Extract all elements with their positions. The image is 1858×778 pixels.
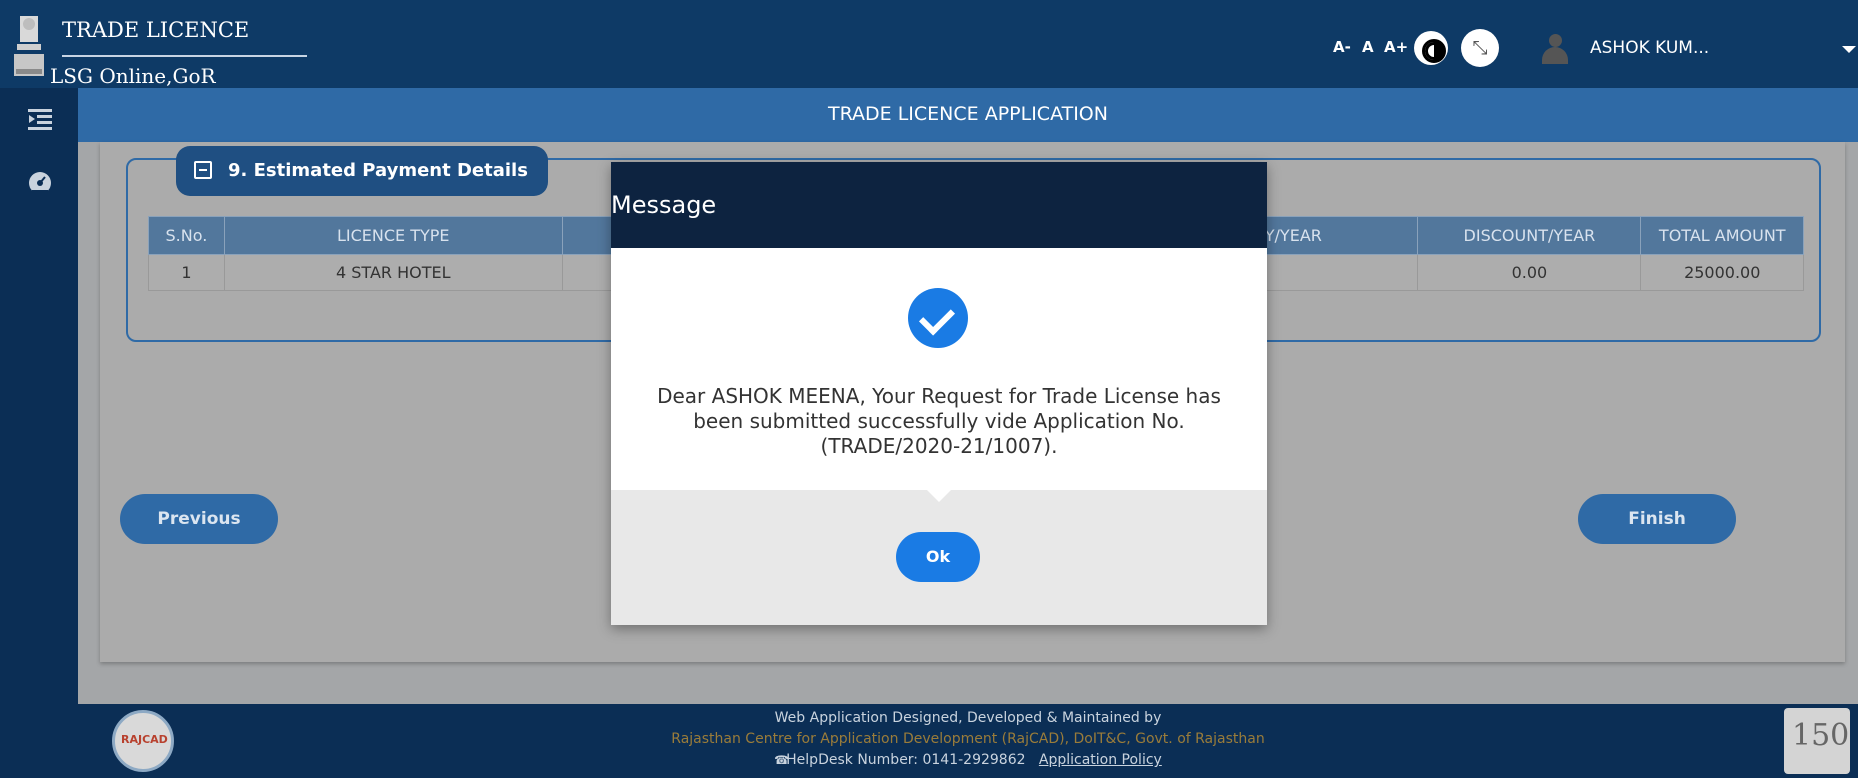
page-title: TRADE LICENCE APPLICATION	[828, 103, 1108, 125]
dialog-title: Message	[611, 191, 717, 219]
check-circle-icon	[908, 288, 968, 348]
message-dialog: Message Dear ASHOK MEENA, Your Request f…	[611, 162, 1267, 625]
dialog-body: Dear ASHOK MEENA, Your Request for Trade…	[611, 248, 1267, 490]
application-policy-link[interactable]: Application Policy	[1039, 752, 1162, 768]
contrast-icon[interactable]	[1414, 31, 1448, 65]
footer-text: Web Application Designed, Developed & Ma…	[78, 708, 1858, 771]
font-normal-button[interactable]: A	[1362, 38, 1374, 56]
font-increase-button[interactable]: A+	[1384, 38, 1408, 56]
state-emblem-icon	[14, 16, 44, 76]
phone-icon: ☎	[774, 753, 790, 767]
menu-list-icon[interactable]	[28, 108, 52, 132]
dialog-header: Message	[611, 162, 1267, 248]
user-menu[interactable]: ASHOK KUM...	[1590, 38, 1709, 58]
user-icon	[1542, 34, 1568, 64]
dashboard-icon[interactable]	[28, 170, 52, 194]
footer-credit: Web Application Designed, Developed & Ma…	[774, 710, 1162, 726]
caret-down-icon[interactable]	[1842, 46, 1856, 53]
app-title: TRADE LICENCE	[62, 18, 250, 42]
helpdesk-number: HelpDesk Number: 0141-2929862	[786, 752, 1026, 768]
ok-button[interactable]: Ok	[896, 532, 980, 582]
dialog-message: Dear ASHOK MEENA, Your Request for Trade…	[657, 384, 1221, 458]
compress-icon[interactable]: ⤡	[1461, 29, 1499, 67]
badge-text: 150	[1792, 718, 1850, 753]
footer: RAJCAD Web Application Designed, Develop…	[78, 704, 1858, 778]
footer-org: Rajasthan Centre for Application Develop…	[671, 731, 1265, 747]
font-decrease-button[interactable]: A-	[1333, 38, 1351, 56]
title-divider	[62, 55, 307, 57]
page-title-bar: TRADE LICENCE APPLICATION	[78, 88, 1858, 142]
dialog-footer: Ok	[611, 489, 1267, 625]
app-subtitle: LSG Online,GoR	[50, 64, 216, 88]
footer-helpdesk: ☎HelpDesk Number: 0141-2929862 Applicati…	[78, 750, 1858, 771]
sidebar	[0, 88, 78, 778]
150-years-badge: 150	[1784, 708, 1850, 774]
top-header: TRADE LICENCE LSG Online,GoR A- A A+ ⤡ A…	[0, 0, 1858, 88]
